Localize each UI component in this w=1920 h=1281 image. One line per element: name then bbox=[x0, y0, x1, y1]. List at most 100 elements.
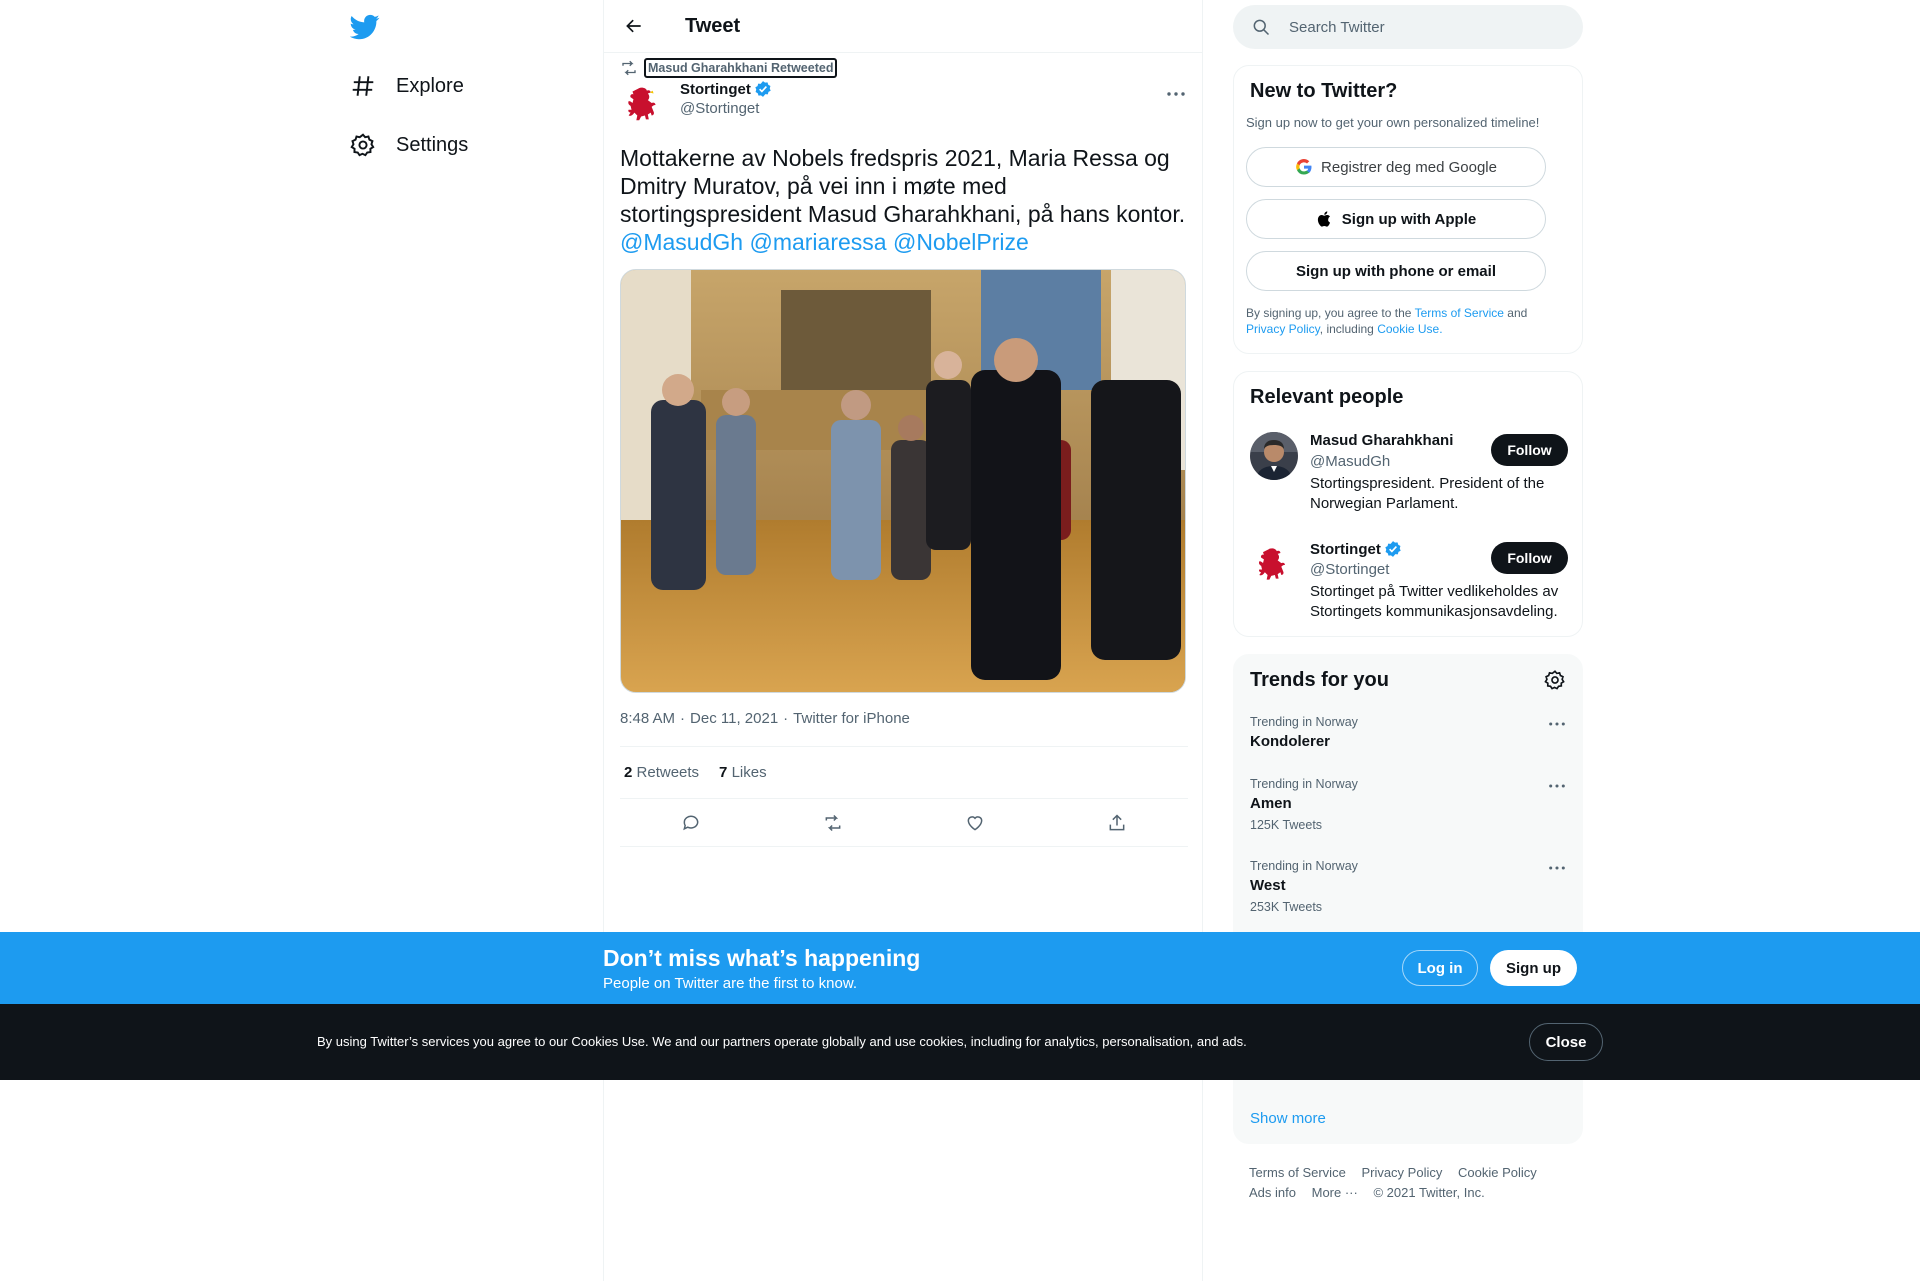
footer-link[interactable]: Terms of Service bbox=[1249, 1165, 1346, 1180]
person-name-text: Stortinget bbox=[1310, 540, 1381, 558]
main-header: Tweet bbox=[604, 0, 1202, 53]
twitter-logo-icon[interactable] bbox=[349, 12, 382, 44]
follow-button[interactable]: Follow bbox=[1491, 434, 1568, 466]
verified-badge-icon bbox=[1385, 541, 1401, 557]
social-context-link[interactable]: Masud Gharahkhani Retweeted bbox=[644, 58, 838, 78]
person-name[interactable]: Stortinget bbox=[1310, 540, 1402, 558]
google-signup-button[interactable]: Registrer deg med Google bbox=[1246, 147, 1546, 187]
tweet-text: Mottakerne av Nobels fredspris 2021, Mar… bbox=[620, 144, 1190, 256]
reply-button[interactable] bbox=[673, 805, 709, 841]
tweet-photo[interactable] bbox=[620, 269, 1186, 693]
trends-title: Trends for you bbox=[1250, 669, 1389, 691]
apple-signup-button[interactable]: Sign up with Apple bbox=[1246, 199, 1546, 239]
social-context: Masud Gharahkhani Retweeted bbox=[620, 58, 838, 78]
trend-item[interactable]: Trending in Norway Kondolerer bbox=[1250, 715, 1568, 750]
author-handle[interactable]: @Stortinget bbox=[680, 100, 772, 117]
lion-crest-icon bbox=[1258, 548, 1285, 580]
share-button[interactable] bbox=[1099, 805, 1135, 841]
nav-settings[interactable]: Settings bbox=[350, 125, 468, 165]
retweet-icon bbox=[622, 60, 636, 76]
person-handle[interactable]: @MasudGh bbox=[1310, 453, 1390, 470]
tweet-metadata: 8:48 AM · Dec 11, 2021 · Twitter for iPh… bbox=[620, 710, 910, 727]
likes-stat[interactable]: 7 Likes bbox=[719, 764, 767, 781]
photo-illustration bbox=[621, 270, 1185, 692]
back-button[interactable] bbox=[616, 8, 652, 44]
terms-link[interactable]: Terms of Service bbox=[1415, 306, 1504, 320]
arrow-left-icon bbox=[626, 19, 641, 33]
trend-more-button[interactable] bbox=[1546, 859, 1568, 877]
more-dots-icon bbox=[1549, 722, 1565, 726]
more-dots-icon bbox=[1167, 92, 1185, 96]
footer-link[interactable]: Ads info bbox=[1249, 1185, 1296, 1200]
copyright: © 2021 Twitter, Inc. bbox=[1373, 1185, 1485, 1200]
new-to-twitter-subtitle: Sign up now to get your own personalized… bbox=[1246, 115, 1540, 130]
nav-explore[interactable]: Explore bbox=[350, 66, 464, 106]
person-name[interactable]: Masud Gharahkhani bbox=[1310, 432, 1453, 449]
retweets-count: 2 bbox=[624, 764, 633, 781]
cookie-text: By using Twitter’s services you agree to… bbox=[317, 1034, 1247, 1049]
author-avatar[interactable] bbox=[620, 80, 668, 128]
phone-email-signup-button[interactable]: Sign up with phone or email bbox=[1246, 251, 1546, 291]
show-more-link[interactable]: Show more bbox=[1250, 1110, 1326, 1127]
mention-link[interactable]: @MasudGh bbox=[620, 229, 743, 255]
trends-settings-button[interactable] bbox=[1544, 669, 1566, 691]
trend-more-button[interactable] bbox=[1546, 777, 1568, 795]
retweets-stat[interactable]: 2 Retweets bbox=[624, 764, 699, 781]
google-icon bbox=[1296, 158, 1312, 175]
tweet-source[interactable]: Twitter for iPhone bbox=[793, 710, 910, 727]
avatar[interactable] bbox=[1250, 540, 1298, 588]
likes-label: Likes bbox=[731, 764, 767, 781]
legal-text: , including bbox=[1319, 322, 1374, 336]
legal-text: By signing up, you agree to the bbox=[1246, 306, 1412, 320]
tweet-stats: 2 Retweets 7 Likes bbox=[620, 746, 1188, 799]
gear-icon bbox=[1544, 670, 1565, 690]
tweet-date[interactable]: Dec 11, 2021 bbox=[690, 710, 778, 727]
more-dots-icon bbox=[1549, 866, 1565, 870]
footer-links: Terms of Service Privacy Policy Cookie P… bbox=[1249, 1163, 1569, 1203]
search-bar[interactable] bbox=[1233, 5, 1583, 49]
apple-icon bbox=[1317, 211, 1330, 227]
trend-context: Trending in Norway bbox=[1250, 859, 1358, 873]
mention-link[interactable]: @mariaressa bbox=[749, 229, 886, 255]
footer-link[interactable]: Privacy Policy bbox=[1361, 1165, 1442, 1180]
trend-count: 253K Tweets bbox=[1250, 900, 1323, 914]
page-title: Tweet bbox=[685, 14, 741, 37]
trend-item[interactable]: Trending in Norway Amen 125K Tweets bbox=[1250, 777, 1568, 832]
trend-count: 125K Tweets bbox=[1250, 818, 1323, 832]
banner-title: Don’t miss what’s happening bbox=[603, 945, 921, 971]
apple-signup-label: Sign up with Apple bbox=[1341, 210, 1477, 228]
mention-link[interactable]: @NobelPrize bbox=[893, 229, 1029, 255]
main-column: Tweet Masud Gharahkhani Retweeted Storti… bbox=[603, 0, 1203, 1281]
trend-item[interactable]: Trending in Norway West 253K Tweets bbox=[1250, 859, 1568, 914]
banner-subtitle: People on Twitter are the first to know. bbox=[603, 975, 858, 992]
tweet-more-button[interactable] bbox=[1164, 84, 1188, 104]
cookie-link[interactable]: Cookie Use. bbox=[1377, 322, 1442, 336]
footer-link[interactable]: Cookie Policy bbox=[1458, 1165, 1537, 1180]
tweet-time[interactable]: 8:48 AM bbox=[620, 710, 675, 727]
author-name[interactable]: Stortinget bbox=[680, 80, 772, 98]
close-button[interactable]: Close bbox=[1529, 1023, 1603, 1061]
cookie-consent-bar: By using Twitter’s services you agree to… bbox=[0, 1004, 1920, 1080]
retweet-button[interactable] bbox=[815, 805, 851, 841]
retweet-icon bbox=[825, 814, 841, 831]
more-dots-icon bbox=[1549, 784, 1565, 788]
footer-link[interactable]: More ··· bbox=[1312, 1185, 1358, 1200]
follow-button[interactable]: Follow bbox=[1491, 542, 1568, 574]
author-name-text: Stortinget bbox=[680, 80, 751, 98]
phone-email-signup-label: Sign up with phone or email bbox=[1295, 262, 1496, 280]
avatar[interactable] bbox=[1250, 432, 1298, 480]
new-to-twitter-card: New to Twitter? Sign up now to get your … bbox=[1233, 65, 1583, 354]
trend-more-button[interactable] bbox=[1546, 715, 1568, 733]
heart-icon bbox=[967, 815, 983, 831]
separator-dot: · bbox=[680, 710, 686, 727]
lion-crest-icon bbox=[628, 87, 656, 121]
privacy-link[interactable]: Privacy Policy bbox=[1246, 322, 1320, 336]
like-button[interactable] bbox=[957, 805, 993, 841]
search-icon bbox=[1253, 19, 1270, 36]
signup-button[interactable]: Sign up bbox=[1490, 950, 1577, 986]
likes-count: 7 bbox=[719, 764, 728, 781]
login-button[interactable]: Log in bbox=[1402, 950, 1478, 986]
person-handle[interactable]: @Stortinget bbox=[1310, 561, 1389, 578]
search-input[interactable] bbox=[1289, 18, 1559, 36]
person-photo bbox=[1250, 432, 1298, 480]
